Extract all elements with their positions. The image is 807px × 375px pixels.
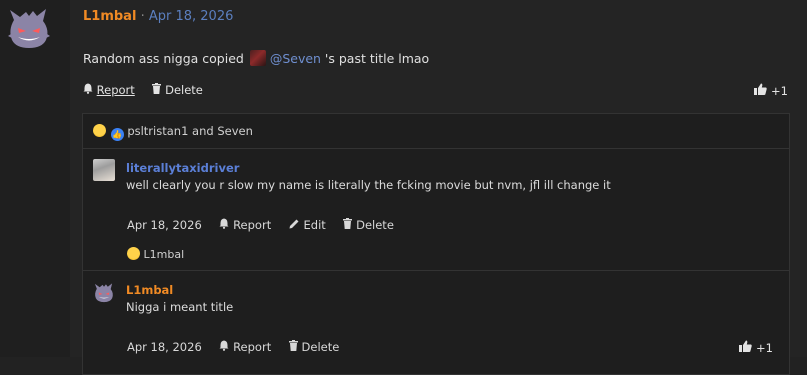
post-like-button[interactable]: +1 (754, 83, 788, 98)
separator-dot: · (140, 9, 145, 24)
comment-report-button[interactable]: Report (219, 340, 274, 354)
comment-text: well clearly you r slow my name is liter… (126, 178, 611, 192)
comment-date[interactable]: Apr 18, 2026 (127, 340, 202, 354)
avatar-gengar-icon[interactable] (6, 6, 52, 52)
comment-reaction-user: L1mbal (143, 248, 185, 261)
delete-button[interactable]: Delete (152, 83, 203, 97)
comment-report-button[interactable]: Report (219, 218, 274, 232)
post-like-count: +1 (771, 84, 788, 98)
laughing-emoji-icon (93, 124, 106, 137)
delete-label: Delete (165, 83, 203, 97)
comment-text: Nigga i meant title (126, 300, 234, 314)
post-body-prefix: Random ass nigga copied (83, 51, 244, 66)
thumbs-up-icon (754, 83, 768, 95)
comment-delete-label: Delete (301, 340, 340, 354)
post-body-suffix: 's past title lmao (320, 51, 430, 66)
replies-container: 👍 psltristan1 and Seven literallytaxidri… (82, 113, 790, 375)
trash-icon (288, 340, 298, 351)
mention-link[interactable]: @Seven (270, 51, 321, 66)
post-actions: Report Delete (83, 83, 217, 97)
post-body: Random ass nigga copied @Seven 's past t… (83, 50, 429, 66)
comment-actions: Apr 18, 2026 Report Delete (127, 340, 353, 354)
comment-edit-label: Edit (303, 218, 326, 232)
comment-like-button[interactable]: +1 (739, 340, 773, 355)
trash-icon (343, 218, 353, 229)
thumbs-up-icon (739, 340, 753, 352)
laughing-emoji-icon (127, 247, 140, 260)
reactions-text: psltristan1 and Seven (127, 124, 253, 138)
report-label: Report (96, 83, 135, 97)
comment-reactions[interactable]: L1mbal (127, 247, 184, 261)
bell-icon (83, 83, 93, 94)
mention-avatar (249, 50, 266, 66)
avatar-column (0, 0, 70, 357)
comment-date[interactable]: Apr 18, 2026 (127, 218, 202, 232)
trash-icon (152, 83, 162, 94)
like-reaction-icon: 👍 (110, 128, 124, 141)
comment-username[interactable]: literallytaxidriver (126, 161, 239, 175)
comment-report-label: Report (233, 218, 272, 232)
comment-report-label: Report (233, 340, 272, 354)
comment-item: L1mbal Nigga i meant title Apr 18, 2026 … (83, 272, 789, 372)
comment-delete-label: Delete (356, 218, 394, 232)
pencil-icon (289, 219, 299, 229)
avatar-gengar-icon[interactable] (93, 282, 115, 304)
comment-delete-button[interactable]: Delete (288, 340, 340, 354)
post-date[interactable]: Apr 18, 2026 (149, 9, 234, 24)
commenter-avatar[interactable] (93, 159, 115, 181)
report-button[interactable]: Report (83, 83, 138, 97)
bell-icon (219, 340, 229, 351)
comment-item: literallytaxidriver well clearly you r s… (83, 149, 789, 271)
reactions-bar[interactable]: 👍 psltristan1 and Seven (83, 114, 789, 149)
post-main: L1mbal · Apr 18, 2026 Random ass nigga c… (70, 0, 807, 375)
post-username[interactable]: L1mbal (83, 9, 136, 24)
comment-actions: Apr 18, 2026 Report Edit Delete (127, 218, 408, 232)
comment-edit-button[interactable]: Edit (289, 218, 330, 232)
comment-like-count: +1 (756, 341, 773, 355)
comment-delete-button[interactable]: Delete (343, 218, 394, 232)
bell-icon (219, 218, 229, 229)
post-header: L1mbal · Apr 18, 2026 (83, 9, 233, 24)
comment-username[interactable]: L1mbal (126, 283, 173, 297)
